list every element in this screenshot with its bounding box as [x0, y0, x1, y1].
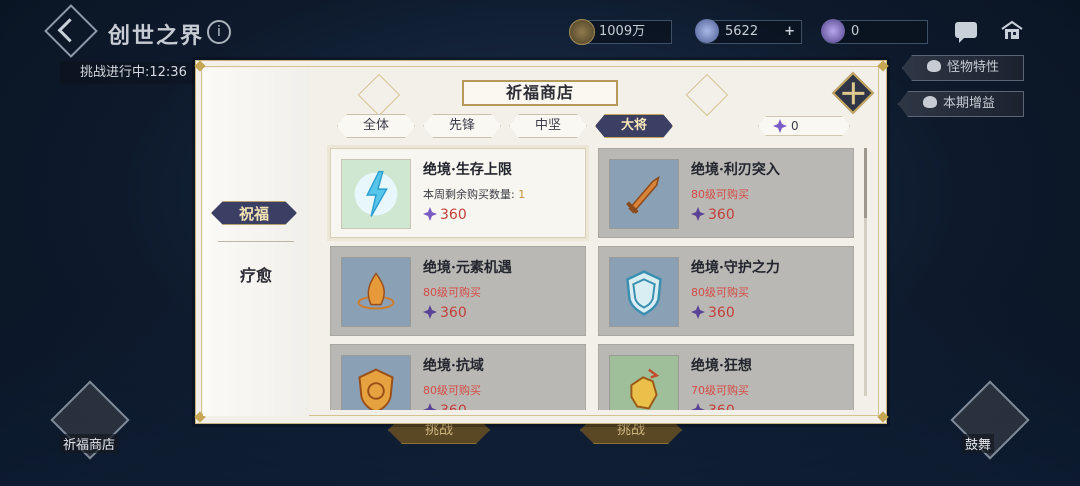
item-level-requirement: 80级可购买 — [691, 286, 749, 299]
item-name: 绝境·守护之力 — [691, 260, 780, 276]
item-icon-frame — [609, 355, 679, 410]
item-price: 360 — [691, 207, 735, 223]
filter-midfield[interactable]: 中坚 — [509, 114, 587, 138]
shop-title: 祈福商店 — [462, 80, 618, 106]
drum-corner-label: 鼓舞 — [962, 434, 995, 453]
filter-vanguard[interactable]: 先锋 — [423, 114, 501, 138]
home-icon[interactable] — [1000, 20, 1024, 40]
star-gem-icon — [423, 207, 437, 221]
item-name: 绝境·生存上限 — [423, 162, 512, 178]
owned-amount: 0 — [791, 119, 799, 133]
owned-currency: 0 — [758, 116, 850, 136]
left-category-column — [203, 68, 309, 416]
monster-traits-label: 怪物特性 — [947, 60, 1000, 75]
crystal-icon — [695, 19, 719, 43]
add-crystal-button[interactable]: + — [784, 21, 795, 43]
category-healing[interactable]: 疗愈 — [228, 262, 284, 286]
item-price: 360 — [691, 403, 735, 410]
monster-traits-button[interactable]: 怪物特性 — [902, 55, 1024, 81]
star-gem-icon — [423, 305, 437, 319]
back-arrow-icon — [57, 18, 82, 43]
filter-all[interactable]: 全体 — [337, 114, 415, 138]
gold-coin-icon — [569, 19, 595, 45]
item-icon-frame — [341, 257, 411, 327]
shop-item-card[interactable]: 绝境·守护之力 80级可购买 360 — [598, 246, 854, 336]
filter-general[interactable]: 大将 — [595, 114, 673, 138]
divider — [218, 241, 294, 242]
currency-gold: 1009万 — [569, 19, 672, 45]
price-value: 360 — [708, 305, 735, 321]
star-gem-icon — [773, 119, 787, 133]
star-gem-icon — [691, 207, 705, 221]
page-title: 创世之界 — [108, 23, 205, 49]
crystal-value: 5622 — [725, 24, 759, 39]
info-icon[interactable]: i — [207, 20, 231, 44]
star-gem-icon — [423, 403, 437, 410]
item-name: 绝境·利刃突入 — [691, 162, 780, 178]
item-price: 360 — [423, 305, 467, 321]
item-name: 绝境·元素机遇 — [423, 260, 512, 276]
item-icon-frame — [341, 355, 411, 410]
item-level-requirement: 80级可购买 — [423, 384, 481, 397]
item-level-requirement: 80级可购买 — [691, 188, 749, 201]
star-gem-icon — [821, 19, 845, 43]
price-value: 360 — [440, 305, 467, 321]
currency-star: 0 — [821, 19, 928, 44]
close-icon — [851, 82, 855, 105]
scrollbar-thumb[interactable] — [864, 148, 867, 218]
skull-icon — [927, 60, 941, 72]
price-value: 360 — [708, 207, 735, 223]
star-value: 0 — [851, 24, 860, 39]
purchase-limit-label: 本周剩余购买数量: — [423, 188, 515, 201]
item-purchase-limit: 本周剩余购买数量: 1 — [423, 186, 525, 202]
purchase-limit-count: 1 — [518, 188, 526, 201]
item-grid: 绝境·生存上限 本周剩余购买数量: 1 360 绝境·利刃突入 80级可购买 3… — [320, 140, 862, 410]
buff-icon — [923, 96, 937, 108]
current-gain-button[interactable]: 本期增益 — [898, 91, 1024, 117]
lightning-icon — [354, 170, 398, 217]
shop-corner-label: 祈福商店 — [60, 434, 119, 453]
item-level-requirement: 80级可购买 — [423, 286, 481, 299]
star-gem-icon — [691, 403, 705, 410]
gold-value: 1009万 — [599, 24, 646, 39]
price-value: 360 — [440, 403, 467, 410]
price-value: 360 — [708, 403, 735, 410]
fist-icon — [630, 368, 660, 410]
item-name: 绝境·抗域 — [423, 358, 484, 374]
item-icon-frame — [341, 159, 411, 229]
item-price: 360 — [423, 207, 467, 223]
shop-item-card[interactable]: 绝境·狂想 70级可购买 360 — [598, 344, 854, 410]
item-level-requirement: 70级可购买 — [691, 384, 749, 397]
shop-item-card[interactable]: 绝境·元素机遇 80级可购买 360 — [330, 246, 586, 336]
star-gem-icon — [691, 305, 705, 319]
shop-item-card[interactable]: 绝境·生存上限 本周剩余购买数量: 1 360 — [330, 148, 586, 238]
item-icon-frame — [609, 159, 679, 229]
shield-icon — [626, 270, 662, 316]
currency-crystal: 5622 + — [695, 19, 802, 44]
item-icon-frame — [609, 257, 679, 327]
current-gain-label: 本期增益 — [943, 96, 996, 111]
shop-item-card[interactable]: 绝境·抗域 80级可购买 360 — [330, 344, 586, 410]
price-value: 360 — [440, 207, 467, 223]
item-price: 360 — [691, 305, 735, 321]
item-name: 绝境·狂想 — [691, 358, 752, 374]
emblem-shield-icon — [358, 368, 394, 410]
item-price: 360 — [423, 403, 467, 410]
sword-icon — [626, 175, 660, 214]
chat-icon[interactable] — [955, 22, 977, 43]
shop-item-card[interactable]: 绝境·利刃突入 80级可购买 360 — [598, 148, 854, 238]
tab-blessing[interactable]: 祝福 — [211, 201, 297, 225]
flame-icon — [357, 272, 395, 310]
